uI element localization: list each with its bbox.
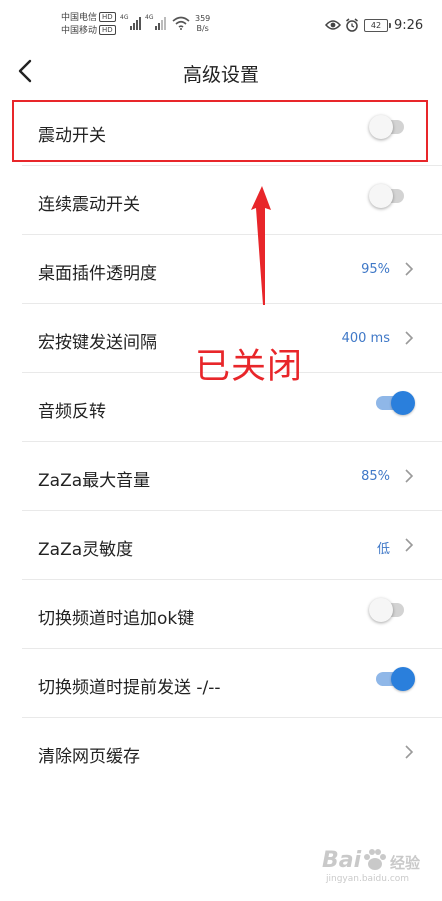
alarm-icon <box>346 18 358 32</box>
setting-label: ZaZa灵敏度 <box>38 540 134 560</box>
signal-icon: 4G <box>120 14 142 30</box>
battery-icon: 42 <box>364 19 391 32</box>
chevron-right-icon <box>405 469 414 483</box>
paw-logo-icon <box>364 849 386 870</box>
annotation-text: 已关闭 <box>195 347 304 387</box>
setting-label: 切换频道时提前发送 -/-- <box>38 678 221 698</box>
chevron-right-icon <box>405 538 414 552</box>
watermark-suffix: 经验 <box>390 854 421 872</box>
setting-value: 400 ms <box>341 331 390 346</box>
net-speed-unit: B/s <box>196 24 209 33</box>
signal-icon: 4G <box>145 14 167 30</box>
toggle-switch[interactable] <box>376 391 415 415</box>
setting-label: 桌面插件透明度 <box>38 264 157 284</box>
status-bar: 中国电信 HD 中国移动 HD 4G 4G 359 B/s 42 9:26 <box>0 0 442 44</box>
settings-row[interactable]: 连续震动开关 <box>0 166 442 235</box>
toggle-switch[interactable] <box>369 184 404 208</box>
toggle-knob <box>369 598 393 622</box>
setting-label: 震动开关 <box>38 126 106 146</box>
carrier-info: 中国电信 HD 中国移动 HD <box>61 12 116 38</box>
hd-badge-2: HD <box>99 25 116 35</box>
setting-value: 95% <box>361 262 390 277</box>
net-speed-value: 359 <box>195 14 211 23</box>
carrier-2: 中国移动 <box>61 26 98 36</box>
settings-list: 震动开关连续震动开关 桌面插件透明度 95% 宏按键发送间隔 400 ms 音频反转 ZaZ… <box>0 97 442 787</box>
setting-value: 85% <box>361 469 390 484</box>
arrow-annotation <box>251 186 271 305</box>
watermark: Bai 经验 jingyan.baidu.com <box>322 848 422 888</box>
setting-label: 音频反转 <box>38 402 106 422</box>
signal-label-1: 4G <box>120 14 129 21</box>
settings-row[interactable]: ZaZa最大音量 85% <box>0 442 442 511</box>
toggle-switch[interactable] <box>376 667 415 691</box>
settings-row[interactable]: 切换频道时追加ok键 <box>0 580 442 649</box>
toggle-knob <box>391 667 415 691</box>
toggle-switch[interactable] <box>369 598 404 622</box>
settings-row[interactable]: 切换频道时提前发送 -/-- <box>0 649 442 718</box>
toggle-knob <box>391 391 415 415</box>
toggle-knob <box>369 115 393 139</box>
carrier-1: 中国电信 <box>61 13 98 23</box>
toggle-knob <box>369 184 393 208</box>
title-bar: 高级设置 <box>0 44 442 100</box>
settings-row[interactable]: ZaZa灵敏度 低 <box>0 511 442 580</box>
settings-row[interactable]: 清除网页缓存 <box>0 718 442 787</box>
setting-label: 切换频道时追加ok键 <box>38 609 195 629</box>
net-speed: 359 B/s <box>195 14 210 34</box>
clock: 9:26 <box>394 18 424 33</box>
setting-label: 连续震动开关 <box>38 195 140 215</box>
settings-row[interactable]: 桌面插件透明度 95% <box>0 235 442 304</box>
setting-label: ZaZa最大音量 <box>38 471 151 491</box>
signal-label-2: 4G <box>145 14 154 21</box>
watermark-url: jingyan.baidu.com <box>326 874 410 884</box>
chevron-right-icon <box>405 745 414 759</box>
setting-label: 宏按键发送间隔 <box>38 333 157 353</box>
settings-row[interactable]: 震动开关 <box>0 97 442 166</box>
toggle-switch[interactable] <box>369 115 404 139</box>
setting-value: 低 <box>376 542 390 557</box>
eye-icon <box>325 20 341 30</box>
chevron-right-icon <box>405 331 414 345</box>
wifi-icon <box>172 16 190 30</box>
setting-label: 清除网页缓存 <box>38 747 140 767</box>
hd-badge-1: HD <box>99 12 116 22</box>
page-title: 高级设置 <box>182 64 259 86</box>
chevron-right-icon <box>405 262 414 276</box>
watermark-brand: Bai <box>322 848 362 873</box>
